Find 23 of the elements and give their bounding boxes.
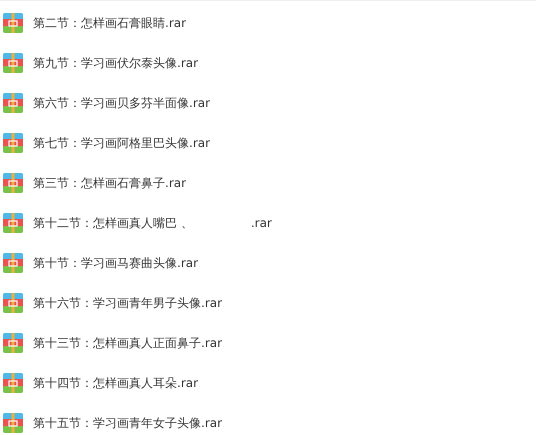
file-name[interactable]: 第十四节：怎样画真人耳朵.rar — [33, 374, 198, 392]
file-name[interactable]: 第三节：怎样画石膏鼻子.rar — [33, 174, 186, 192]
archive-icon — [3, 413, 23, 433]
file-name[interactable]: 第十二节：怎样画真人嘴巴 、 — [33, 214, 193, 232]
archive-icon — [3, 133, 23, 153]
file-name[interactable]: 第十三节：怎样画真人正面鼻子.rar — [33, 334, 222, 352]
file-name[interactable]: 第十五节：学习画青年女子头像.rar — [33, 414, 222, 432]
file-name[interactable]: 第十六节：学习画青年男子头像.rar — [33, 294, 222, 312]
archive-icon — [3, 93, 23, 113]
file-name[interactable]: 第六节：学习画贝多芬半面像.rar — [33, 94, 210, 112]
archive-icon — [3, 53, 23, 73]
archive-icon — [3, 333, 23, 353]
archive-icon — [3, 13, 23, 33]
file-name[interactable]: .rar — [250, 216, 272, 230]
archive-icon — [3, 213, 23, 233]
file-name[interactable]: 第十节：学习画马赛曲头像.rar — [33, 254, 198, 272]
file-name[interactable]: 第二节：怎样画石膏眼睛.rar — [33, 14, 186, 32]
archive-icon — [3, 373, 23, 393]
file-name[interactable]: 第九节：学习画伏尔泰头像.rar — [33, 54, 198, 72]
file-name[interactable]: 第七节：学习画阿格里巴头像.rar — [33, 134, 210, 152]
archive-icon — [3, 253, 23, 273]
archive-icon — [3, 293, 23, 313]
archive-icon — [3, 173, 23, 193]
